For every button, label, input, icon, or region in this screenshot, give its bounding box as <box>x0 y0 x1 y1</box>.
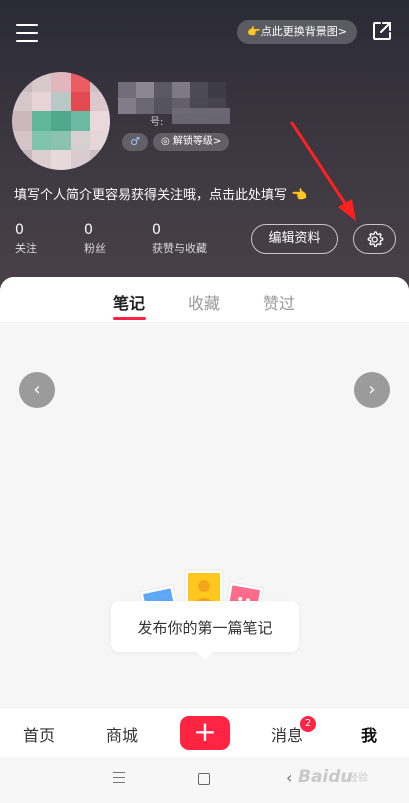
edit-profile-button[interactable]: 编辑资料 <box>251 224 338 254</box>
fans-label: 粉丝 <box>84 242 106 255</box>
watermark: Baidu <box>298 767 353 787</box>
following-count: 0 <box>15 222 24 238</box>
content-card: 笔记 收藏 赞过 ‹ › 发布你的第一篇笔记 <box>0 277 409 707</box>
watermark-sub: 经验 <box>348 773 368 784</box>
carousel-next-button[interactable]: › <box>354 372 390 408</box>
profile-tabs: 笔记 收藏 赞过 <box>0 277 409 323</box>
likes-label: 获赞与收藏 <box>152 242 207 255</box>
empty-state-text: 发布你的第一篇笔记 <box>137 619 273 637</box>
nav-mall[interactable]: 商城 <box>106 722 138 746</box>
stat-following[interactable]: 0 关注 <box>15 222 37 256</box>
back-icon[interactable]: ‹ <box>286 768 292 787</box>
active-tab-indicator <box>113 317 146 320</box>
gear-icon <box>367 231 384 248</box>
share-icon[interactable] <box>371 20 393 42</box>
medal-icon: ◎ <box>161 136 173 147</box>
stat-fans[interactable]: 0 粉丝 <box>84 222 106 256</box>
tab-liked[interactable]: 赞过 <box>263 290 295 314</box>
empty-state-bubble[interactable]: 发布你的第一篇笔记 <box>111 601 299 660</box>
tab-collections[interactable]: 收藏 <box>188 290 220 314</box>
settings-button[interactable] <box>353 224 396 254</box>
home-icon[interactable] <box>198 773 210 785</box>
user-id-label: 号: <box>150 117 164 128</box>
level-label: 解锁等级> <box>172 136 222 147</box>
menu-icon[interactable] <box>16 24 38 42</box>
recent-apps-icon[interactable] <box>113 772 125 784</box>
unlock-level-button[interactable]: ◎ 解锁等级> <box>153 133 230 151</box>
avatar[interactable] <box>12 72 110 170</box>
user-id-redacted <box>172 108 230 124</box>
add-post-button[interactable]: + <box>180 716 230 750</box>
system-navigation-bar: ‹ Baidu 经验 <box>0 757 409 803</box>
bio-prompt[interactable]: 填写个人简介更容易获得关注哦，点击此处填写 👈 <box>14 184 307 203</box>
nav-messages[interactable]: 消息 <box>271 722 303 746</box>
carousel-prev-button[interactable]: ‹ <box>19 372 55 408</box>
gender-badge: ♂ <box>122 133 148 151</box>
nav-me[interactable]: 我 <box>361 722 377 746</box>
fans-count: 0 <box>84 222 93 238</box>
notes-feed: ‹ › 发布你的第一篇笔记 <box>0 324 409 707</box>
tab-notes[interactable]: 笔记 <box>113 290 145 314</box>
nav-home[interactable]: 首页 <box>23 722 55 746</box>
change-background-button[interactable]: 👉点此更换背景图> <box>237 20 357 44</box>
annotation-arrow <box>290 121 356 221</box>
bottom-navigation: 首页 商城 + 消息 2 我 <box>0 707 409 757</box>
stat-likes[interactable]: 0 获赞与收藏 <box>152 222 207 256</box>
messages-badge: 2 <box>300 716 316 732</box>
likes-count: 0 <box>152 222 161 238</box>
profile-header: 👉点此更换背景图> 号: ♂ ◎ 解锁等级> 填写个人简介更容易获得关注哦，点击… <box>0 0 409 290</box>
following-label: 关注 <box>15 242 37 255</box>
